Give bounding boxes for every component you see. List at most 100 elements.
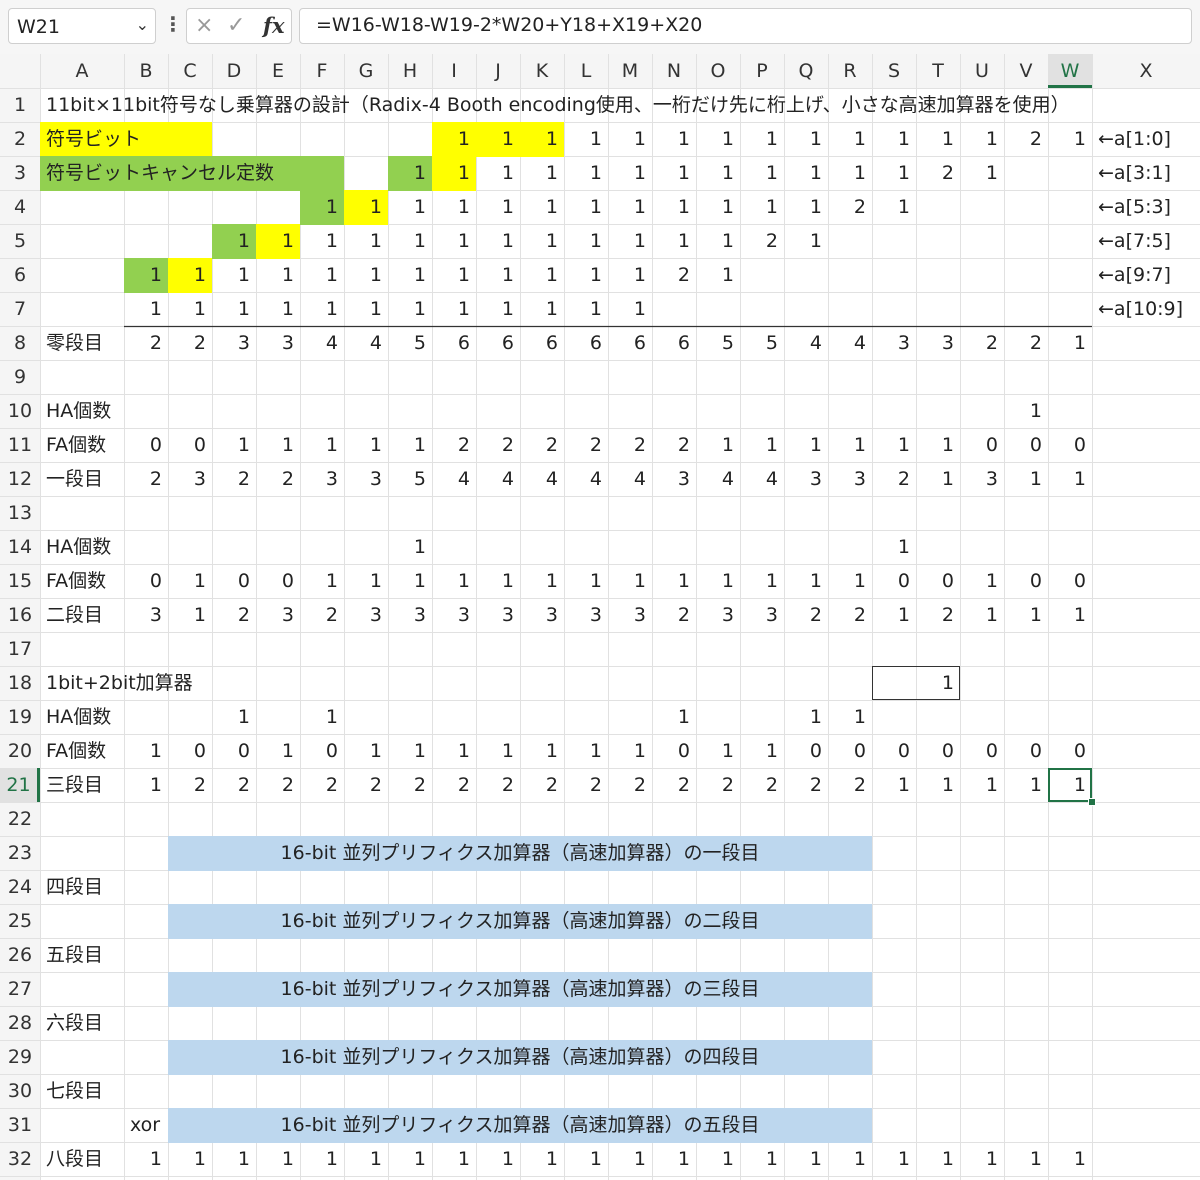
cell-X3[interactable]: ←a[3:1] xyxy=(1092,156,1200,190)
row-header-7[interactable]: 7 xyxy=(0,292,40,326)
column-header-R[interactable]: R xyxy=(828,54,872,88)
row-header-30[interactable]: 30 xyxy=(0,1074,40,1108)
cell-P20[interactable]: 1 xyxy=(740,734,784,768)
cell-A15[interactable]: FA個数 xyxy=(40,564,124,598)
fill-handle[interactable] xyxy=(1088,798,1096,806)
cell-A21[interactable]: 三段目 xyxy=(40,768,124,802)
row-header-3[interactable]: 3 xyxy=(0,156,40,190)
cell-O4[interactable]: 1 xyxy=(696,190,740,224)
cell-H6[interactable]: 1 xyxy=(388,258,432,292)
cell-S21[interactable]: 1 xyxy=(872,768,916,802)
cell-G15[interactable]: 1 xyxy=(344,564,388,598)
row-header-23[interactable]: 23 xyxy=(0,836,40,870)
cell-M16[interactable]: 3 xyxy=(608,598,652,632)
cell-A24[interactable]: 四段目 xyxy=(40,870,124,904)
cell-J5[interactable]: 1 xyxy=(476,224,520,258)
cell-P8[interactable]: 5 xyxy=(740,326,784,360)
cell-R8[interactable]: 4 xyxy=(828,326,872,360)
cell-I15[interactable]: 1 xyxy=(432,564,476,598)
cell-B20[interactable]: 1 xyxy=(124,734,168,768)
column-header-K[interactable]: K xyxy=(520,54,564,88)
cell-G5[interactable]: 1 xyxy=(344,224,388,258)
cell-B31[interactable]: xor xyxy=(124,1108,168,1142)
cell-W8[interactable]: 1 xyxy=(1048,326,1092,360)
cell-L15[interactable]: 1 xyxy=(564,564,608,598)
row-header-22[interactable]: 22 xyxy=(0,802,40,836)
cell-J21[interactable]: 2 xyxy=(476,768,520,802)
insert-function-icon[interactable]: fx xyxy=(263,13,285,38)
cell-H7[interactable]: 1 xyxy=(388,292,432,326)
cell-L7[interactable]: 1 xyxy=(564,292,608,326)
cell-P5[interactable]: 2 xyxy=(740,224,784,258)
cell-U12[interactable]: 3 xyxy=(960,462,1004,496)
column-header-M[interactable]: M xyxy=(608,54,652,88)
cell-Q20[interactable]: 0 xyxy=(784,734,828,768)
column-header-N[interactable]: N xyxy=(652,54,696,88)
cell-H11[interactable]: 1 xyxy=(388,428,432,462)
cell-M11[interactable]: 2 xyxy=(608,428,652,462)
cell-W11[interactable]: 0 xyxy=(1048,428,1092,462)
row-header-1[interactable]: 1 xyxy=(0,88,40,122)
cell-I32[interactable]: 1 xyxy=(432,1142,476,1176)
cell-U11[interactable]: 0 xyxy=(960,428,1004,462)
cell-I7[interactable]: 1 xyxy=(432,292,476,326)
cancel-icon[interactable]: × xyxy=(195,13,213,38)
cell-M5[interactable]: 1 xyxy=(608,224,652,258)
cell-O12[interactable]: 4 xyxy=(696,462,740,496)
enter-check-icon[interactable]: ✓ xyxy=(227,13,245,38)
cell-D15[interactable]: 0 xyxy=(212,564,256,598)
cell-X2[interactable]: ←a[1:0] xyxy=(1092,122,1200,156)
row-header-17[interactable]: 17 xyxy=(0,632,40,666)
cell-J32[interactable]: 1 xyxy=(476,1142,520,1176)
cell-R3[interactable]: 1 xyxy=(828,156,872,190)
cell-R19[interactable]: 1 xyxy=(828,700,872,734)
cell-P4[interactable]: 1 xyxy=(740,190,784,224)
cell-V12[interactable]: 1 xyxy=(1004,462,1048,496)
cell-M8[interactable]: 6 xyxy=(608,326,652,360)
column-header-H[interactable]: H xyxy=(388,54,432,88)
column-header-W[interactable]: W xyxy=(1048,54,1092,88)
cell-Q8[interactable]: 4 xyxy=(784,326,828,360)
cell-E16[interactable]: 3 xyxy=(256,598,300,632)
cell-W12[interactable]: 1 xyxy=(1048,462,1092,496)
cell-L12[interactable]: 4 xyxy=(564,462,608,496)
cell-R11[interactable]: 1 xyxy=(828,428,872,462)
cell-T2[interactable]: 1 xyxy=(916,122,960,156)
cell-I2[interactable]: 1 xyxy=(432,122,476,157)
cell-C25[interactable]: 16-bit 並列プリフィクス加算器（高速加算器）の二段目 xyxy=(168,904,872,939)
spreadsheet-grid[interactable]: ABCDEFGHIJKLMNOPQRSTUVWX 1 2 3 4 5 6 7 8 9 10 11 12… xyxy=(0,54,1200,1180)
cell-F19[interactable]: 1 xyxy=(300,700,344,734)
row-header-13[interactable]: 13 xyxy=(0,496,40,530)
row-header-2[interactable]: 2 xyxy=(0,122,40,156)
cell-X7[interactable]: ←a[10:9] xyxy=(1092,292,1200,326)
cell-M7[interactable]: 1 xyxy=(608,292,652,326)
cell-B21[interactable]: 1 xyxy=(124,768,168,802)
cell-C31[interactable]: 16-bit 並列プリフィクス加算器（高速加算器）の五段目 xyxy=(168,1108,872,1143)
more-options-icon[interactable]: ⋮ xyxy=(163,12,183,40)
cell-I21[interactable]: 2 xyxy=(432,768,476,802)
cell-S32[interactable]: 1 xyxy=(872,1142,916,1176)
cell-V32[interactable]: 1 xyxy=(1004,1142,1048,1176)
cell-J4[interactable]: 1 xyxy=(476,190,520,224)
cell-P16[interactable]: 3 xyxy=(740,598,784,632)
cell-F12[interactable]: 3 xyxy=(300,462,344,496)
cell-Q15[interactable]: 1 xyxy=(784,564,828,598)
cell-H32[interactable]: 1 xyxy=(388,1142,432,1176)
cell-I3[interactable]: 1 xyxy=(432,156,476,191)
cell-V16[interactable]: 1 xyxy=(1004,598,1048,632)
cell-M20[interactable]: 1 xyxy=(608,734,652,768)
cell-K16[interactable]: 3 xyxy=(520,598,564,632)
cell-F20[interactable]: 0 xyxy=(300,734,344,768)
column-header-F[interactable]: F xyxy=(300,54,344,88)
cell-A1[interactable]: 11bit×11bit符号なし乗算器の設計（Radix-4 Booth enco… xyxy=(40,88,1070,122)
cell-C23[interactable]: 16-bit 並列プリフィクス加算器（高速加算器）の一段目 xyxy=(168,836,872,871)
cell-D7[interactable]: 1 xyxy=(212,292,256,326)
row-header-11[interactable]: 11 xyxy=(0,428,40,462)
cell-L21[interactable]: 2 xyxy=(564,768,608,802)
cell-B32[interactable]: 1 xyxy=(124,1142,168,1176)
cell-L8[interactable]: 6 xyxy=(564,326,608,360)
cell-N3[interactable]: 1 xyxy=(652,156,696,190)
row-header-9[interactable]: 9 xyxy=(0,360,40,394)
cell-O15[interactable]: 1 xyxy=(696,564,740,598)
cell-K4[interactable]: 1 xyxy=(520,190,564,224)
